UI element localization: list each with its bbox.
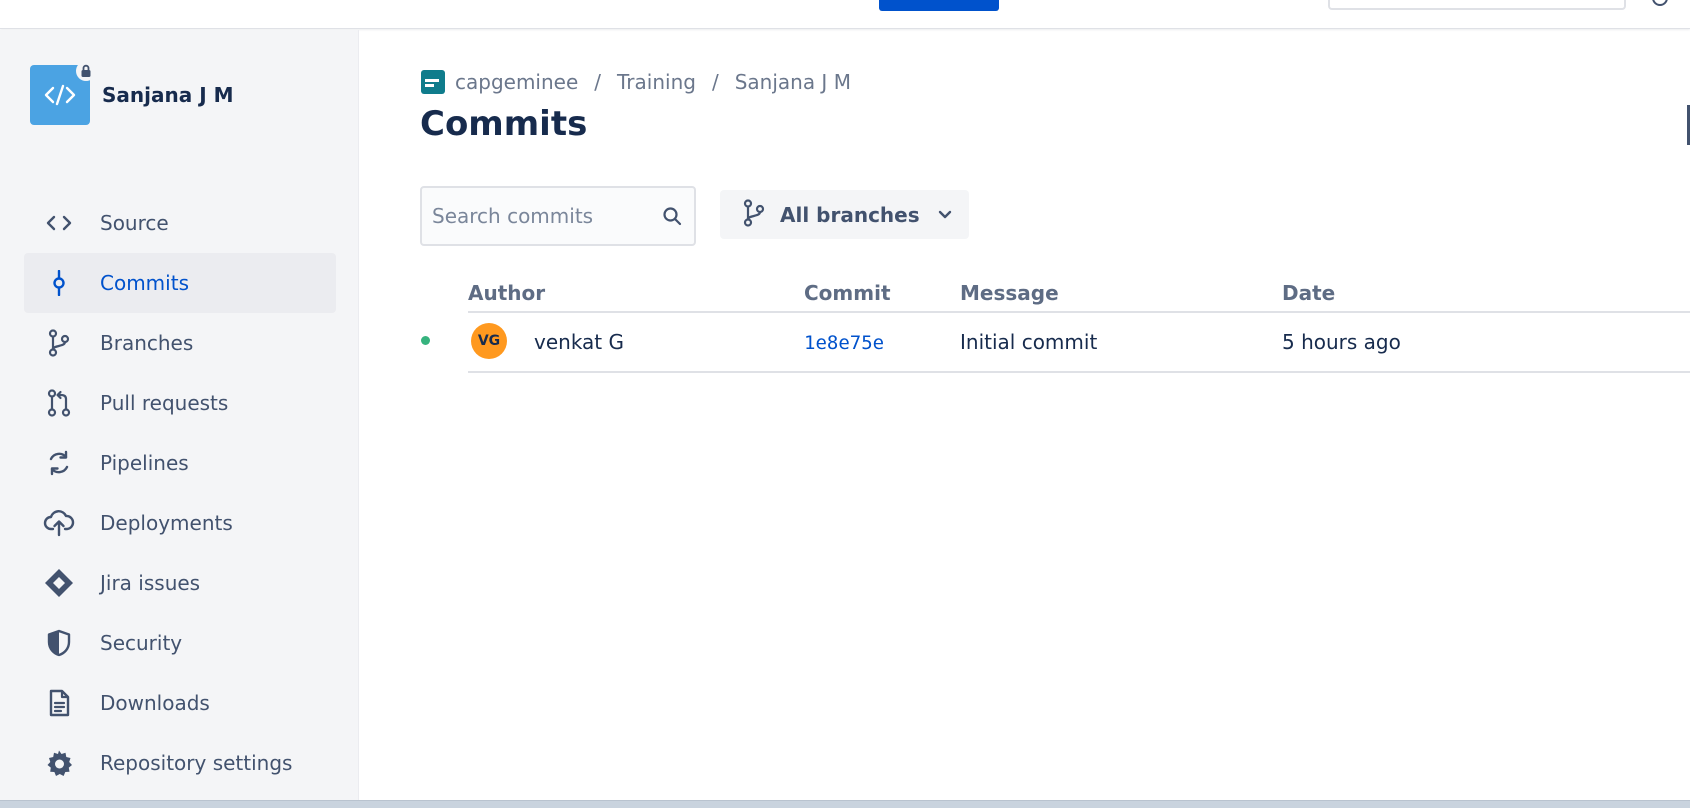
sidebar-item-label: Branches <box>100 331 194 355</box>
bottom-status-bar <box>0 800 1690 808</box>
commits-table: Author Commit Message Date VG venkat G 1… <box>421 275 1690 373</box>
column-header-message[interactable]: Message <box>960 281 1059 305</box>
cloud-upload-icon <box>43 507 75 539</box>
sidebar-item-deployments[interactable]: Deployments <box>24 493 336 553</box>
sidebar-item-label: Commits <box>100 271 189 295</box>
search-icon[interactable] <box>662 206 682 230</box>
column-header-commit[interactable]: Commit <box>804 281 891 305</box>
sidebar-item-label: Security <box>100 631 183 655</box>
code-icon <box>44 84 76 106</box>
branch-icon <box>742 198 766 231</box>
document-icon <box>43 687 75 719</box>
branch-filter-label: All branches <box>780 202 920 227</box>
repository-avatar <box>30 61 96 125</box>
sidebar-item-label: Jira issues <box>100 571 201 595</box>
sidebar-item-jira-issues[interactable]: Jira issues <box>24 553 336 613</box>
branch-filter-dropdown[interactable]: All branches <box>720 190 969 239</box>
page-title: Commits <box>420 104 588 144</box>
sidebar-item-label: Source <box>100 211 169 235</box>
repository-header[interactable]: Sanjana J M <box>30 61 234 125</box>
sidebar-item-repository-settings[interactable]: Repository settings <box>24 733 336 793</box>
help-icon[interactable] <box>1652 0 1668 6</box>
sidebar-item-label: Deployments <box>100 511 233 535</box>
sidebar-item-label: Downloads <box>100 691 210 715</box>
sidebar-nav: Source Commits Branches Pull requests Pi… <box>24 193 336 793</box>
gear-icon <box>43 747 75 779</box>
search-input[interactable] <box>432 204 652 228</box>
create-button[interactable] <box>879 0 999 11</box>
table-row[interactable]: VG venkat G 1e8e75e Initial commit 5 hou… <box>421 313 1690 373</box>
sidebar-item-security[interactable]: Security <box>24 613 336 673</box>
sidebar-item-label: Pull requests <box>100 391 229 415</box>
lock-icon <box>76 61 96 81</box>
shield-icon <box>43 627 75 659</box>
sidebar-item-label: Pipelines <box>100 451 189 475</box>
column-header-date[interactable]: Date <box>1282 281 1335 305</box>
code-icon <box>43 207 75 239</box>
breadcrumb-workspace[interactable]: capgeminee <box>455 70 578 94</box>
commit-icon <box>43 267 75 299</box>
build-status-indicator <box>421 336 430 345</box>
search-commits-field[interactable] <box>420 186 696 246</box>
chevron-down-icon <box>938 205 952 224</box>
column-header-author[interactable]: Author <box>468 281 545 305</box>
branch-icon <box>43 327 75 359</box>
sidebar-item-label: Repository settings <box>100 751 293 775</box>
repository-name: Sanjana J M <box>102 83 234 107</box>
commit-hash-link[interactable]: 1e8e75e <box>804 332 884 354</box>
sidebar-item-downloads[interactable]: Downloads <box>24 673 336 733</box>
global-search-input[interactable] <box>1328 0 1626 10</box>
sidebar-item-pull-requests[interactable]: Pull requests <box>24 373 336 433</box>
breadcrumb: capgeminee / Training / Sanjana J M <box>421 70 851 94</box>
breadcrumb-project[interactable]: Training <box>617 70 696 94</box>
commit-author: venkat G <box>534 330 624 354</box>
table-header: Author Commit Message Date <box>468 275 1690 313</box>
sidebar-item-commits[interactable]: Commits <box>24 253 336 313</box>
sidebar: Sanjana J M Source Commits Branches Pull… <box>0 30 359 800</box>
pipelines-icon <box>43 447 75 479</box>
breadcrumb-repository[interactable]: Sanjana J M <box>735 70 851 94</box>
jira-icon <box>43 567 75 599</box>
sidebar-item-branches[interactable]: Branches <box>24 313 336 373</box>
avatar[interactable]: VG <box>471 323 507 359</box>
breadcrumb-separator: / <box>594 70 602 94</box>
main-content: capgeminee / Training / Sanjana J M Comm… <box>360 30 1690 800</box>
commit-date: 5 hours ago <box>1282 330 1401 354</box>
sidebar-item-pipelines[interactable]: Pipelines <box>24 433 336 493</box>
commit-message: Initial commit <box>960 330 1098 354</box>
breadcrumb-separator: / <box>711 70 719 94</box>
workspace-logo-icon <box>421 70 445 94</box>
pull-request-icon <box>43 387 75 419</box>
sidebar-item-source[interactable]: Source <box>24 193 336 253</box>
top-navigation-bar <box>0 0 1690 29</box>
